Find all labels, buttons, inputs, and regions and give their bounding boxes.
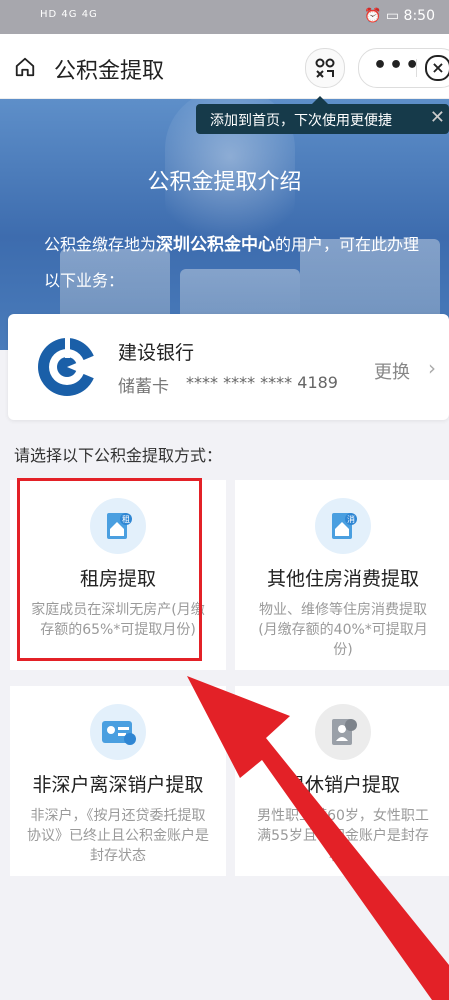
red-annotation-arrow bbox=[187, 676, 449, 1000]
